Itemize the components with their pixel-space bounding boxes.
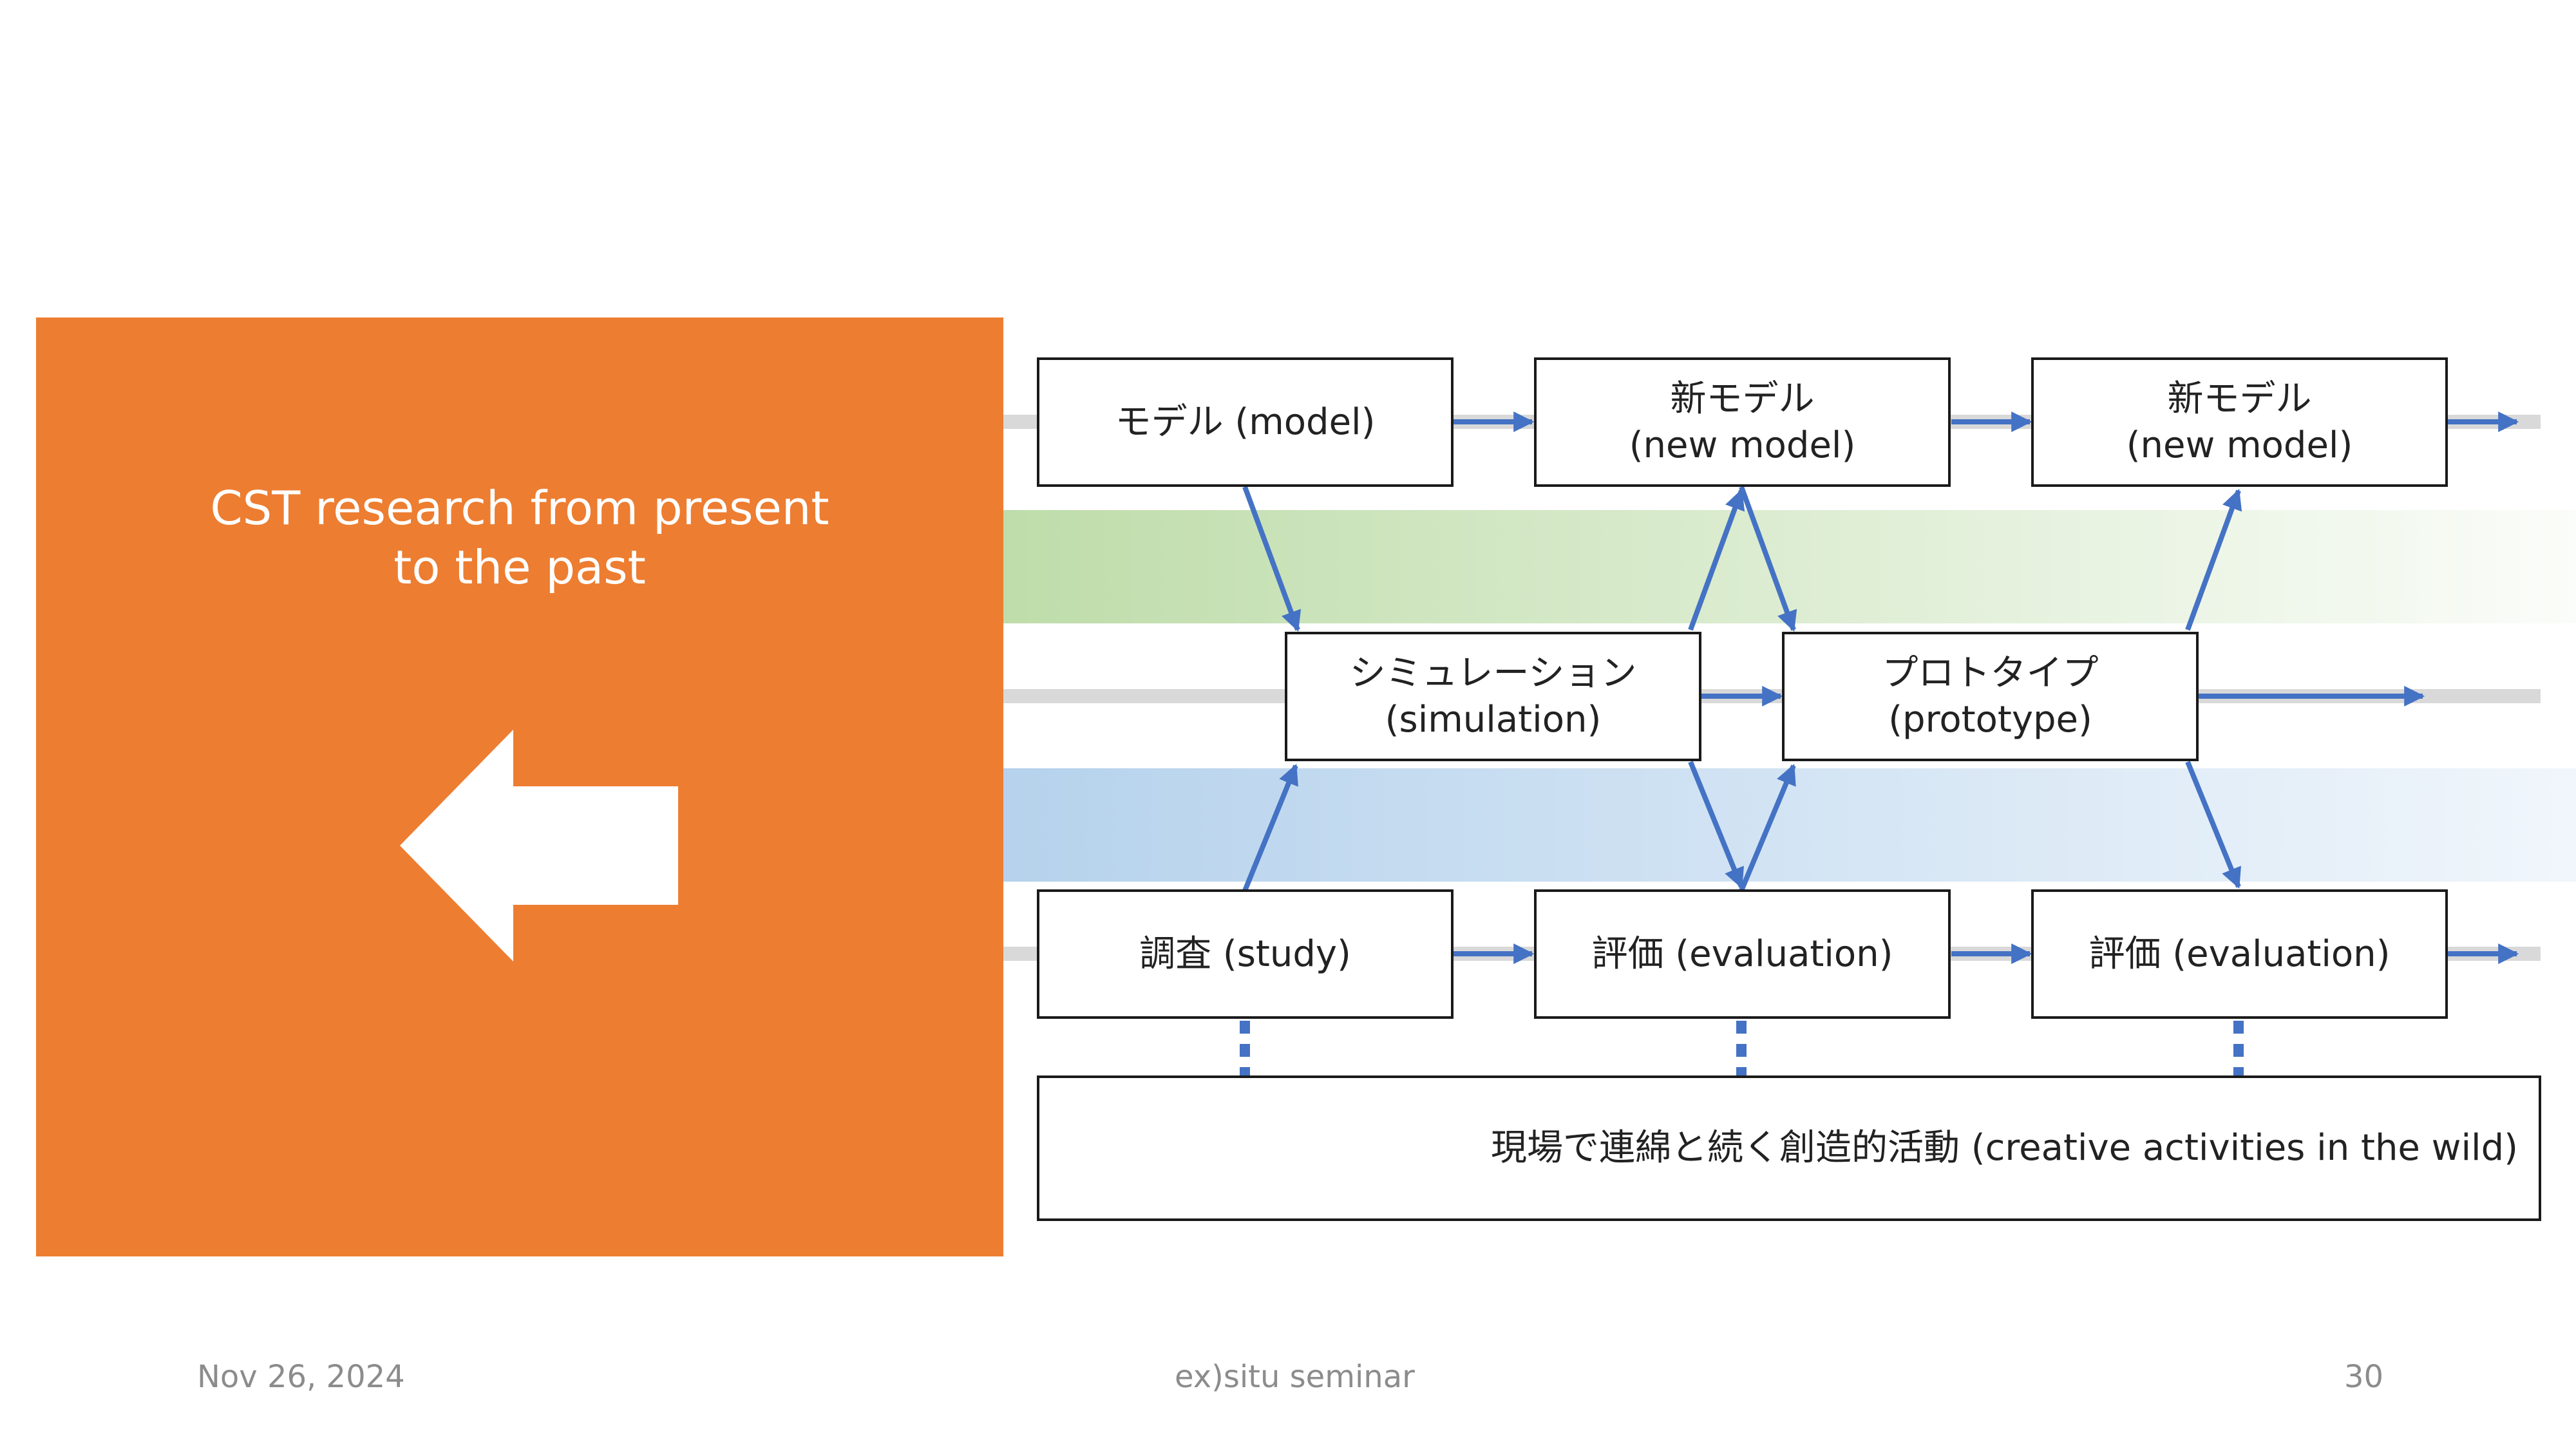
prototype-box: プロトタイプ (prototype) bbox=[1782, 632, 2199, 761]
new-model-box-2: 新モデル (new model) bbox=[2031, 357, 2448, 487]
evaluation-box-1: 評価 (evaluation) bbox=[1534, 889, 1951, 1019]
model-box: モデル (model) bbox=[1037, 357, 1454, 487]
blue-band bbox=[1003, 768, 2576, 882]
study-box: 調査 (study) bbox=[1037, 889, 1454, 1019]
study-box-label: 調査 (study) bbox=[1139, 933, 1351, 975]
evaluation-box-1-label: 評価 (evaluation) bbox=[1591, 933, 1893, 975]
wild-activities-box: 現場で連綿と続く創造的活動 (creative activities in th… bbox=[1037, 1075, 2541, 1221]
simulation-box: シミュレーション (simulation) bbox=[1285, 632, 1701, 761]
new-model-box-1: 新モデル (new model) bbox=[1534, 357, 1951, 487]
simulation-box-label: シミュレーション (simulation) bbox=[1349, 652, 1637, 741]
new-model-box-1-label: 新モデル (new model) bbox=[1629, 377, 1856, 466]
footer-title: ex)situ seminar bbox=[1175, 1359, 1415, 1395]
page-number: 30 bbox=[2344, 1359, 2384, 1395]
footer-date: Nov 26, 2024 bbox=[197, 1359, 405, 1395]
wild-activities-label: 現場で連綿と続く創造的活動 (creative activities in th… bbox=[1490, 1127, 2518, 1169]
green-band bbox=[1003, 510, 2576, 623]
model-box-label: モデル (model) bbox=[1115, 401, 1376, 443]
evaluation-box-2-label: 評価 (evaluation) bbox=[2088, 933, 2391, 975]
new-model-box-2-label: 新モデル (new model) bbox=[2126, 377, 2353, 466]
evaluation-box-2: 評価 (evaluation) bbox=[2031, 889, 2448, 1019]
prototype-box-label: プロトタイプ (prototype) bbox=[1882, 652, 2099, 741]
